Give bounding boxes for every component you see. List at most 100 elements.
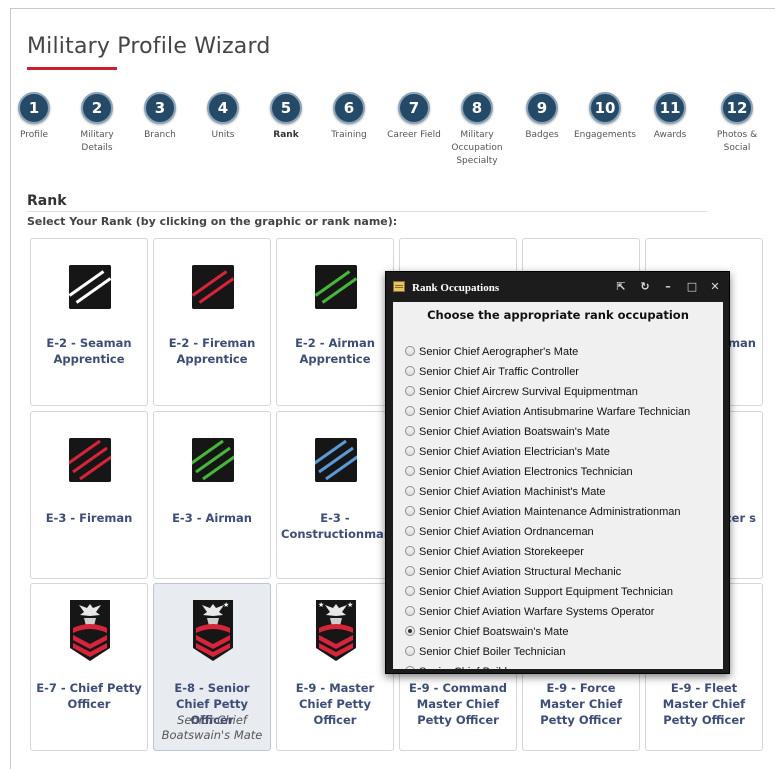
wizard-step-5[interactable]: 5 Rank (254, 92, 318, 142)
dialog-title: Rank Occupations (412, 282, 500, 294)
occupation-option[interactable]: Senior Chief Aerographer's Mate (405, 346, 578, 358)
rank-card[interactable]: E-2 - Seaman Apprentice (30, 238, 148, 406)
refresh-icon[interactable]: ↻ (637, 279, 653, 295)
radio-button[interactable] (405, 566, 415, 576)
occupation-option[interactable]: Senior Chief Builder (405, 666, 517, 669)
rank-card[interactable]: E-2 - Fireman Apprentice (153, 238, 271, 406)
rank-name[interactable]: E-2 - Fireman Apprentice (158, 335, 266, 367)
radio-button[interactable] (405, 446, 415, 456)
radio-button[interactable] (405, 386, 415, 396)
wizard-step-8[interactable]: 8 Military Occupation Specialty (445, 92, 509, 168)
rank-name[interactable]: E-3 - Constructionman (281, 510, 392, 542)
radio-button[interactable] (405, 506, 415, 516)
occupation-option[interactable]: Senior Chief Aviation Ordnanceman (405, 526, 594, 538)
occupation-option[interactable]: Senior Chief Air Traffic Controller (405, 366, 579, 378)
step-label: Engagements (573, 130, 637, 140)
radio-button[interactable] (405, 426, 415, 436)
rank-name[interactable]: E-3 - Airman (158, 510, 266, 526)
occupation-label: Senior Chief Builder (419, 666, 517, 669)
step-label: Branch (144, 130, 176, 140)
occupation-option[interactable]: Senior Chief Aviation Boatswain's Mate (405, 426, 610, 438)
restore-icon[interactable]: ⇱ (613, 279, 629, 295)
rank-insignia-icon (315, 438, 357, 482)
rank-name[interactable]: E-2 - Seaman Apprentice (35, 335, 143, 367)
rank-card[interactable]: E-3 - Fireman (30, 411, 148, 579)
wizard-step-1[interactable]: 1 Profile (2, 92, 66, 142)
rank-card[interactable]: ★ ★ E-9 - Master Chief Petty Officer (276, 583, 394, 751)
occupation-option[interactable]: Senior Chief Aviation Machinist's Mate (405, 486, 606, 498)
maximize-icon[interactable]: □ (684, 279, 700, 295)
wizard-step-11[interactable]: 11 Awards (638, 92, 702, 142)
rank-badge (69, 438, 111, 482)
occupation-option[interactable]: Senior Chief Aviation Maintenance Admini… (405, 506, 681, 518)
rank-card[interactable]: E-3 - Airman (153, 411, 271, 579)
rank-name[interactable]: E-2 - Airman Apprentice (281, 335, 389, 367)
rank-name[interactable]: E-9 - Master Chief Petty Officer (281, 680, 389, 728)
section-instruction: Select Your Rank (by clicking on the gra… (27, 215, 398, 228)
wizard-step-7[interactable]: 7 Career Field (382, 92, 446, 142)
radio-button[interactable] (405, 606, 415, 616)
radio-button[interactable] (405, 346, 415, 356)
occupation-label: Senior Chief Aircrew Survival Equipmentm… (419, 386, 638, 398)
step-label: Career Field (387, 130, 441, 140)
radio-button[interactable] (405, 486, 415, 496)
occupation-option[interactable]: Senior Chief Boatswain's Mate (405, 626, 568, 638)
step-label: Military Details (80, 130, 114, 153)
wizard-step-3[interactable]: 3 Branch (128, 92, 192, 142)
occupation-label: Senior Chief Aviation Ordnanceman (419, 526, 594, 538)
occupation-label: Senior Chief Aviation Structural Mechani… (419, 566, 622, 578)
wizard-step-10[interactable]: 10 Engagements (573, 92, 637, 142)
rank-card[interactable]: ★ E-8 - Senior Chief Petty Officer Senior … (153, 583, 271, 751)
dialog-titlebar[interactable]: Rank Occupations ⇱ ↻ – □ ✕ (386, 272, 729, 302)
radio-button[interactable] (405, 666, 415, 669)
radio-button[interactable] (405, 626, 415, 636)
chief-insignia-icon (70, 600, 110, 661)
wizard-step-2[interactable]: 2 Military Details (65, 92, 129, 155)
rank-card[interactable]: E-3 - Constructionman (276, 411, 394, 579)
radio-button[interactable] (405, 466, 415, 476)
rank-badge (69, 265, 111, 309)
radio-button[interactable] (405, 646, 415, 656)
radio-button[interactable] (405, 586, 415, 596)
step-label: Units (211, 130, 235, 140)
rank-name[interactable]: E-9 - Force Master Chief Petty Officer (527, 680, 635, 728)
occupation-option[interactable]: Senior Chief Aviation Support Equipment … (405, 586, 673, 598)
occupation-option[interactable]: Senior Chief Aviation Warfare Systems Op… (405, 606, 654, 618)
radio-button[interactable] (405, 406, 415, 416)
step-number: 2 (81, 92, 113, 124)
rank-card[interactable]: E-7 - Chief Petty Officer (30, 583, 148, 751)
close-icon[interactable]: ✕ (707, 279, 723, 295)
occupation-option[interactable]: Senior Chief Aviation Antisubmarine Warf… (405, 406, 690, 418)
minimize-icon[interactable]: – (660, 279, 676, 295)
occupation-option[interactable]: Senior Chief Aviation Electrician's Mate (405, 446, 610, 458)
radio-button[interactable] (405, 366, 415, 376)
rank-name[interactable]: E-3 - Fireman (35, 510, 143, 526)
wizard-step-4[interactable]: 4 Units (191, 92, 255, 142)
section-divider (27, 211, 707, 212)
wizard-step-9[interactable]: 9 Badges (510, 92, 574, 142)
occupation-option[interactable]: Senior Chief Aviation Structural Mechani… (405, 566, 621, 578)
occupation-option[interactable]: Senior Chief Aviation Storekeeper (405, 546, 584, 558)
step-label: Photos & Social (716, 130, 758, 153)
occupation-option[interactable]: Senior Chief Aviation Electronics Techni… (405, 466, 633, 478)
rank-card[interactable]: E-2 - Airman Apprentice (276, 238, 394, 406)
occupation-option[interactable]: Senior Chief Boiler Technician (405, 646, 566, 658)
occupation-label: Senior Chief Aviation Support Equipment … (419, 586, 673, 598)
window-icon (393, 281, 405, 292)
rank-name[interactable]: E-7 - Chief Petty Officer (35, 680, 143, 712)
occupation-label: Senior Chief Aviation Boatswain's Mate (419, 426, 610, 438)
occupation-label: Senior Chief Aviation Electronics Techni… (419, 466, 633, 478)
radio-button[interactable] (405, 546, 415, 556)
rank-name[interactable]: E-9 - Command Master Chief Petty Officer (404, 680, 512, 728)
occupation-label: Senior Chief Aviation Storekeeper (419, 546, 584, 558)
radio-button[interactable] (405, 526, 415, 536)
rank-name[interactable]: E-9 - Fleet Master Chief Petty Officer (650, 680, 758, 728)
occupation-option[interactable]: Senior Chief Aircrew Survival Equipmentm… (405, 386, 638, 398)
page-title: Military Profile Wizard (27, 34, 271, 59)
rank-occupation: Senior Chief Boatswain's Mate (161, 713, 263, 742)
rank-insignia-icon (69, 265, 111, 309)
occupation-label: Senior Chief Aviation Maintenance Admini… (419, 506, 681, 518)
wizard-step-12[interactable]: 12 Photos & Social (705, 92, 769, 155)
svg-text:★: ★ (223, 601, 229, 609)
wizard-step-6[interactable]: 6 Training (317, 92, 381, 142)
